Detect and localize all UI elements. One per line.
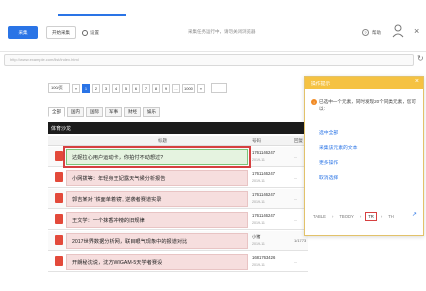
row-extra: ...: [294, 259, 298, 264]
row-extra: ...: [294, 217, 298, 222]
pdf-icon: [55, 172, 63, 182]
table-row[interactable]: 小网拨等：年轻身王妃露天气候分析报告 1761146247 2019-11 ..…: [48, 168, 308, 188]
gear-icon: [82, 29, 88, 36]
element-path: TABLE › TBODY › TR › TH: [305, 209, 423, 223]
next-page-button[interactable]: »: [196, 83, 205, 93]
page-button[interactable]: 8: [152, 83, 160, 93]
table-row[interactable]: 郭吉某对 ‘铁面单着镜', 逆袭者赛道实录 1761146247 2019-11…: [48, 189, 308, 209]
tab-military[interactable]: 军事: [105, 107, 122, 117]
help-label: 帮助: [372, 29, 381, 35]
row-extra: 1/1773: [294, 238, 307, 243]
user-icon[interactable]: [392, 24, 404, 38]
section-header: 体育沙龙: [48, 122, 308, 134]
prev-page-button[interactable]: «: [72, 83, 80, 93]
table-row[interactable]: 王文学：一个抹香冲榜的旧规律 1761146247 2019-11 ...: [48, 210, 308, 230]
pdf-icon: [55, 235, 63, 245]
help-button[interactable]: ? 帮助: [362, 27, 381, 38]
tab-domestic[interactable]: 国内: [67, 107, 84, 117]
select-all-link[interactable]: 选中全部: [319, 129, 338, 136]
page-jump-input[interactable]: [210, 83, 227, 93]
cancel-selection-link[interactable]: 取消选择: [319, 174, 338, 181]
last-page-button[interactable]: 1000: [182, 83, 195, 93]
pdf-icon: [55, 256, 63, 266]
panel-message: 已选中一个元素，同时发现20个同类元素，您可以:: [319, 99, 416, 111]
status-text: 采集任务运行中，请勿关闭浏览器: [188, 29, 256, 34]
row-number: 1761146247: [252, 192, 275, 197]
path-tr[interactable]: TR: [365, 211, 377, 221]
table-row[interactable]: 开朗秘沈说，沈方WIGAM-5天学者赛设 1681763426 2019-11 …: [48, 252, 308, 272]
row-extra: ...: [294, 154, 298, 159]
refresh-icon[interactable]: ↻: [417, 54, 424, 63]
page-button[interactable]: 5: [122, 83, 130, 93]
operation-tips-panel: 操作提示 × ! 已选中一个元素，同时发现20个同类元素，您可以: 选中全部 采…: [304, 76, 424, 236]
page-size-select[interactable]: 100/页: [48, 83, 70, 93]
path-separator: ›: [359, 213, 362, 219]
info-icon: !: [311, 99, 317, 105]
row-extra: ...: [294, 175, 298, 180]
row-date: 2019-11: [252, 200, 265, 204]
row-title[interactable]: 达妮拉心用户运动卡，你拍付不动想过?: [72, 154, 163, 161]
page-button[interactable]: 1: [82, 83, 90, 93]
row-date: 2019-11: [252, 179, 265, 183]
settings-label: 设置: [90, 29, 99, 35]
page-button[interactable]: 9: [162, 83, 170, 93]
path-table[interactable]: TABLE: [311, 213, 328, 220]
tab-entertainment[interactable]: 娱乐: [143, 107, 160, 117]
pdf-icon: [55, 193, 63, 203]
close-icon[interactable]: ×: [415, 78, 419, 85]
panel-title: 操作提示: [311, 81, 331, 87]
start-collect-button[interactable]: 开始采集: [46, 26, 76, 39]
row-title[interactable]: 开朗秘沈说，沈方WIGAM-5天学者赛设: [72, 259, 162, 266]
path-separator: ›: [331, 213, 334, 219]
row-date: 2019-11: [252, 242, 265, 246]
row-number: 1761146247: [252, 150, 275, 155]
row-date: 2019-11: [252, 221, 265, 225]
row-number: 1761146247: [252, 213, 275, 218]
path-separator: ›: [380, 213, 383, 219]
row-title[interactable]: 小网拨等：年轻身王妃露天气候分析报告: [72, 175, 165, 182]
pagination: 100/页 « 1 2 3 4 5 6 7 8 9 ... 1000 »: [48, 82, 227, 94]
page-button[interactable]: 7: [142, 83, 150, 93]
collect-button[interactable]: 采集: [8, 26, 38, 39]
column-header-number: 号码: [252, 138, 261, 143]
path-tbody[interactable]: TBODY: [337, 213, 355, 220]
tab-all[interactable]: 全部: [48, 107, 65, 117]
category-tabs: 全部 国内 国际 军事 财经 娱乐: [48, 107, 160, 117]
more-actions-link[interactable]: 更多操作: [319, 159, 338, 166]
table-header: 标题 号码 回复: [48, 136, 308, 146]
panel-header: 操作提示 ×: [305, 77, 423, 89]
tab-finance[interactable]: 财经: [124, 107, 141, 117]
row-number: 1761146247: [252, 171, 275, 176]
row-number: 1681763426: [252, 255, 276, 260]
settings-button[interactable]: 设置: [82, 27, 99, 38]
row-number: 小猪: [252, 234, 261, 239]
question-icon: ?: [362, 29, 369, 36]
path-th[interactable]: TH: [386, 213, 396, 220]
row-title[interactable]: 王文学：一个抹香冲榜的旧规律: [72, 217, 145, 224]
table-row[interactable]: 2017世界数据分析网，联目眼气现象中的报道对比 小猪 2019-11 1/17…: [48, 231, 308, 251]
page-ellipsis: ...: [172, 83, 180, 93]
pdf-icon: [55, 151, 63, 161]
row-extra: ...: [294, 196, 298, 201]
row-date: 2019-11: [252, 158, 265, 162]
page-button[interactable]: 4: [112, 83, 120, 93]
page-button[interactable]: 2: [92, 83, 100, 93]
close-icon[interactable]: ×: [414, 26, 419, 36]
table-row[interactable]: 达妮拉心用户运动卡，你拍付不动想过? 1761146247 2019-11 ..…: [48, 146, 308, 168]
row-title[interactable]: 2017世界数据分析网，联目眼气现象中的报道对比: [72, 238, 187, 245]
pdf-icon: [55, 214, 63, 224]
row-title[interactable]: 郭吉某对 ‘铁面单着镜', 逆袭者赛道实录: [72, 196, 161, 203]
row-date: 2019-11: [252, 263, 265, 267]
column-header-title: 标题: [158, 138, 167, 143]
page-button[interactable]: 3: [102, 83, 110, 93]
url-text: http://www.example.com/list/index.html: [10, 57, 79, 62]
external-link-icon[interactable]: ↗: [412, 211, 417, 218]
collect-text-link[interactable]: 采集该元素的文本: [319, 144, 357, 151]
column-header-extra: 回复: [294, 138, 303, 143]
tab-international[interactable]: 国际: [86, 107, 103, 117]
page-button[interactable]: 6: [132, 83, 140, 93]
